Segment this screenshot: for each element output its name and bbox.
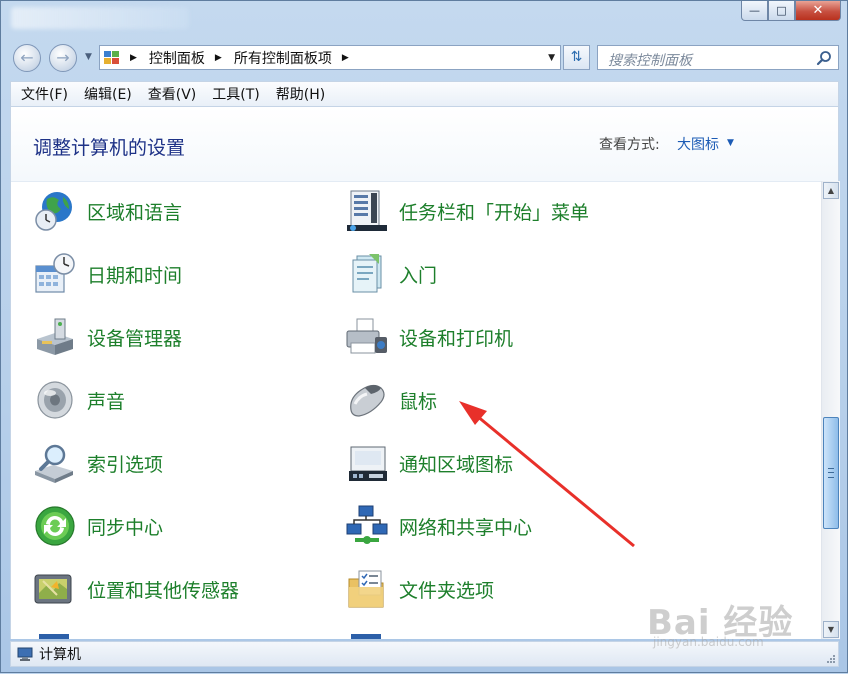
control-panel-items: 区域和语言 日期和时间 设备管理器 声音 索引选项 同步中心 位置和其他传感器 … <box>11 181 819 639</box>
item-network-sharing[interactable]: 网络和共享中心 <box>345 502 532 550</box>
item-label[interactable]: 设备管理器 <box>87 324 182 351</box>
item-device-manager[interactable]: 设备管理器 <box>33 313 182 361</box>
menu-tools[interactable]: 工具(T) <box>212 84 259 104</box>
window-controls: — □ ✕ <box>741 1 841 27</box>
breadcrumb-separator-icon[interactable]: ▶ <box>130 53 137 63</box>
page-title: 调整计算机的设置 <box>33 137 186 159</box>
network-icon <box>346 505 388 544</box>
item-label[interactable]: 通知区域图标 <box>399 450 513 477</box>
index-magnifier-icon <box>35 444 73 483</box>
item-notification-icons[interactable]: 通知区域图标 <box>345 439 513 487</box>
getting-started-icon <box>352 254 382 293</box>
item-label[interactable]: 位置和其他传感器 <box>87 576 239 603</box>
forward-button[interactable]: → <box>49 44 77 72</box>
item-indexing-options[interactable]: 索引选项 <box>33 439 163 487</box>
item-label[interactable]: 设备和打印机 <box>399 324 513 351</box>
blurred-window-title <box>11 7 189 29</box>
search-icon[interactable] <box>816 50 832 66</box>
partial-icon <box>39 634 69 639</box>
breadcrumb-separator-icon[interactable]: ▶ <box>215 53 222 63</box>
item-label[interactable]: 入门 <box>399 261 437 288</box>
content-pane: 调整计算机的设置 查看方式: 大图标 ▼ 区域和语言 日期和时间 设备管理器 声… <box>10 107 840 639</box>
back-button[interactable]: ← <box>13 44 41 72</box>
minimize-button[interactable]: — <box>741 1 768 21</box>
scroll-thumb[interactable] <box>823 417 839 529</box>
view-by-dropdown[interactable]: 大图标 <box>677 134 719 154</box>
scroll-up-arrow-icon[interactable]: ▲ <box>823 182 839 199</box>
folder-options-icon <box>348 570 384 608</box>
item-label[interactable]: 区域和语言 <box>87 198 182 225</box>
view-by-caret-icon[interactable]: ▼ <box>727 138 734 148</box>
item-taskbar-start[interactable]: 任务栏和「开始」菜单 <box>345 187 589 235</box>
item-label[interactable]: 声音 <box>87 387 125 414</box>
item-partial-right[interactable] <box>345 628 389 639</box>
notification-area-icon <box>349 446 387 481</box>
menu-bar: 文件(F) 编辑(E) 查看(V) 工具(T) 帮助(H) <box>10 81 839 107</box>
menu-view[interactable]: 查看(V) <box>148 84 197 104</box>
maximize-button[interactable]: □ <box>768 1 795 21</box>
close-button[interactable]: ✕ <box>795 1 841 21</box>
baidu-watermark: Bai 经验 jingyan.baidu.com <box>647 595 837 655</box>
view-by-label: 查看方式: <box>599 137 660 153</box>
item-location-sensors[interactable]: 位置和其他传感器 <box>33 565 239 613</box>
item-label[interactable]: 同步中心 <box>87 513 163 540</box>
forward-arrow-icon: → <box>56 48 70 67</box>
item-label[interactable]: 网络和共享中心 <box>399 513 532 540</box>
breadcrumb-control-panel[interactable]: 控制面板 <box>149 48 205 68</box>
globe-clock-icon <box>35 192 72 231</box>
item-mouse[interactable]: 鼠标 <box>345 376 437 424</box>
content-header: 调整计算机的设置 查看方式: 大图标 ▼ <box>11 107 838 182</box>
item-sound[interactable]: 声音 <box>33 376 125 424</box>
recent-pages-dropdown-icon[interactable]: ▼ <box>85 52 92 62</box>
partial-icon <box>351 634 381 639</box>
item-sync-center[interactable]: 同步中心 <box>33 502 163 550</box>
menu-help[interactable]: 帮助(H) <box>276 84 325 104</box>
address-bar[interactable]: ▶ 控制面板 ▶ 所有控制面板项 ▶ ▼ <box>99 45 561 70</box>
device-manager-icon <box>37 318 73 355</box>
item-label[interactable]: 索引选项 <box>87 450 163 477</box>
status-text: 计算机 <box>39 647 81 663</box>
item-label[interactable]: 文件夹选项 <box>399 576 494 603</box>
item-partial-left[interactable] <box>33 628 77 639</box>
breadcrumb-all-items[interactable]: 所有控制面板项 <box>234 48 332 68</box>
menu-edit[interactable]: 编辑(E) <box>84 84 132 104</box>
item-devices-printers[interactable]: 设备和打印机 <box>345 313 513 361</box>
refresh-icon: ⇅ <box>570 49 583 65</box>
address-dropdown-icon[interactable]: ▼ <box>548 53 555 63</box>
menu-file[interactable]: 文件(F) <box>21 84 68 104</box>
item-folder-options[interactable]: 文件夹选项 <box>345 565 494 613</box>
item-region-language[interactable]: 区域和语言 <box>33 187 182 235</box>
taskbar-icon <box>347 190 387 231</box>
control-panel-icon <box>104 50 122 65</box>
back-arrow-icon: ← <box>20 48 34 67</box>
speaker-icon <box>37 381 73 419</box>
sync-icon <box>35 506 75 546</box>
watermark-url: jingyan.baidu.com <box>653 635 764 649</box>
refresh-button[interactable]: ⇅ <box>563 45 590 70</box>
navigation-bar: ← → ▼ ▶ 控制面板 ▶ 所有控制面板项 ▶ ▼ ⇅ 搜索控制面板 <box>1 41 847 75</box>
breadcrumb-separator-icon[interactable]: ▶ <box>342 53 349 63</box>
title-bar[interactable]: — □ ✕ <box>1 1 847 37</box>
item-getting-started[interactable]: 入门 <box>345 250 437 298</box>
vertical-scrollbar[interactable]: ▲ ▼ <box>821 181 840 639</box>
calendar-clock-icon <box>35 253 75 293</box>
item-date-time[interactable]: 日期和时间 <box>33 250 182 298</box>
item-label[interactable]: 任务栏和「开始」菜单 <box>399 198 589 225</box>
scroll-grip-icon <box>828 468 834 478</box>
mouse-icon <box>350 384 385 417</box>
computer-icon <box>17 647 33 661</box>
item-label[interactable]: 鼠标 <box>399 387 437 414</box>
search-input[interactable]: 搜索控制面板 <box>597 45 839 70</box>
control-panel-window: — □ ✕ ← → ▼ ▶ 控制面板 ▶ 所有控制面板项 ▶ ▼ ⇅ 搜索控制面… <box>0 0 848 673</box>
search-placeholder: 搜索控制面板 <box>608 53 692 69</box>
printer-icon <box>346 318 387 354</box>
item-label[interactable]: 日期和时间 <box>87 261 182 288</box>
sensor-icon <box>34 574 72 604</box>
